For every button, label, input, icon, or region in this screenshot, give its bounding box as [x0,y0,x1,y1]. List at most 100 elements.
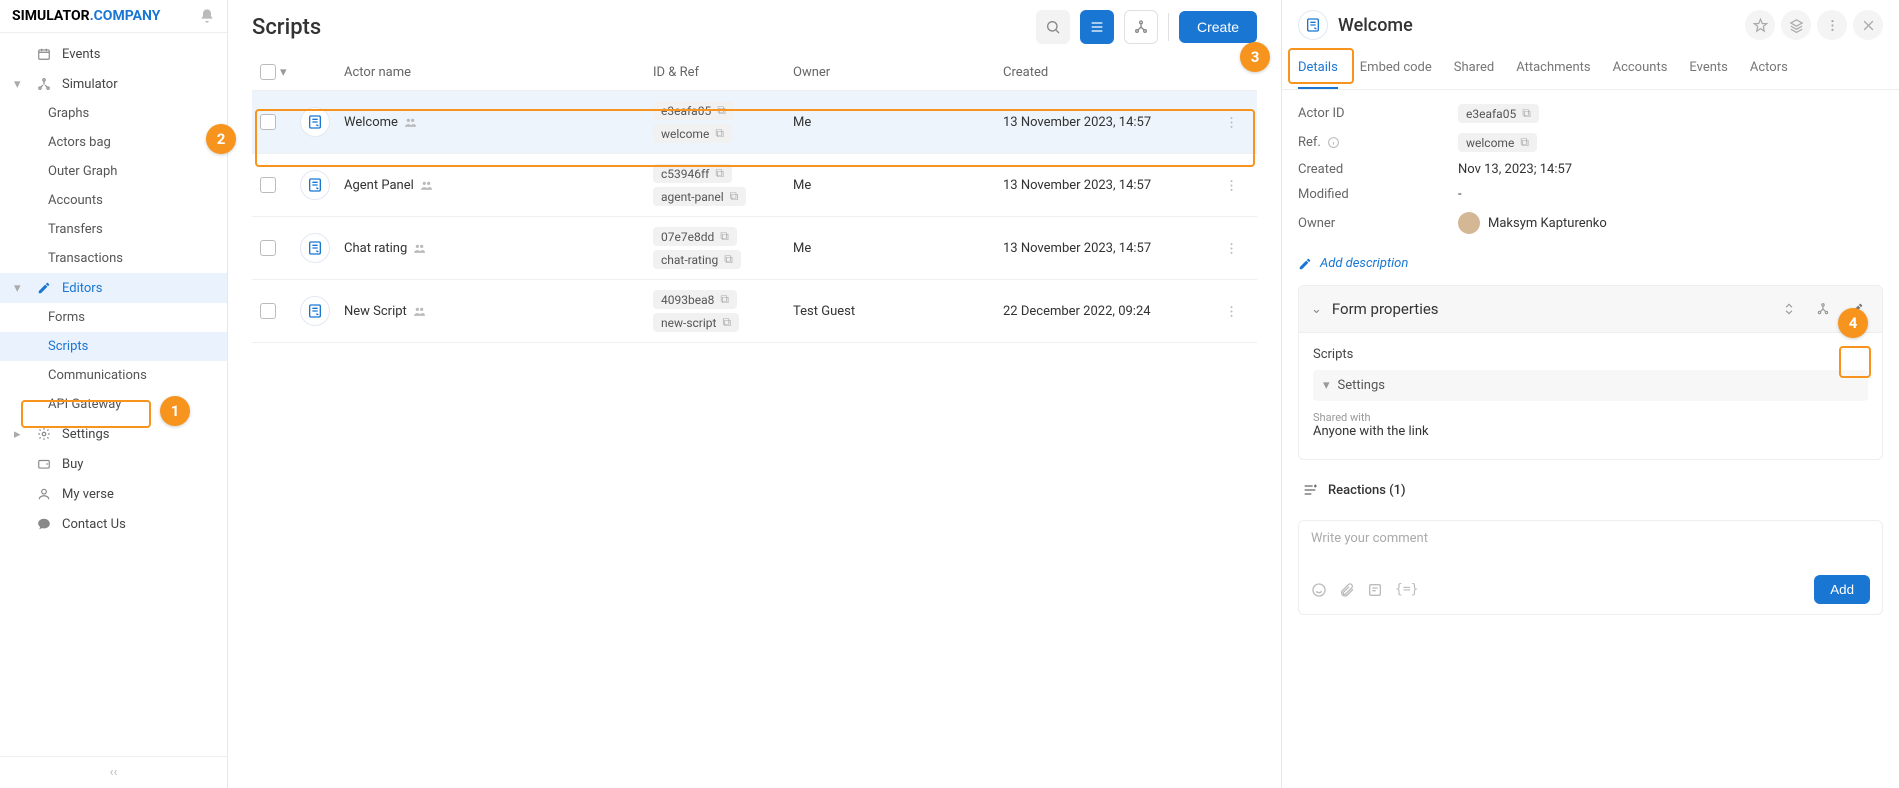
sidebar-item-graphs[interactable]: Graphs [0,99,227,128]
copy-icon: ⧉ [720,229,729,244]
sort-icon[interactable]: ▾ [280,65,287,80]
page-header: Scripts Create [228,0,1281,54]
sidebar-item-events[interactable]: Events [0,39,227,69]
row-more-button[interactable] [1224,115,1239,130]
search-button[interactable] [1036,10,1070,44]
row-checkbox[interactable] [260,240,276,256]
sidebar-item-communications[interactable]: Communications [0,361,227,390]
close-button[interactable] [1853,10,1883,40]
ref-chip[interactable]: welcome⧉ [653,124,732,143]
callout-1: 1 [160,396,190,426]
comment-input[interactable] [1311,531,1870,571]
copy-icon: ⧉ [1522,106,1531,121]
row-more-button[interactable] [1224,178,1239,193]
chevron-down-icon[interactable]: ⌄ [1311,302,1322,317]
bell-icon[interactable] [199,8,215,24]
header-id[interactable]: ID & Ref [653,65,793,80]
select-all-checkbox[interactable] [260,64,276,80]
sidebar-item-editors[interactable]: ▾ Editors [0,273,227,303]
star-button[interactable] [1745,10,1775,40]
detail-row-created: Created Nov 13, 2023; 14:57 [1298,162,1883,177]
table-row[interactable]: Chat rating 07e7e8dd⧉ chat-rating⧉ Me 13… [252,217,1257,280]
table-row[interactable]: Agent Panel c53946ff⧉ agent-panel⧉ Me 13… [252,154,1257,217]
sidebar-item-actors-bag[interactable]: Actors bag [0,128,227,157]
star-icon [1753,18,1768,33]
tab-actors[interactable]: Actors [1750,50,1788,89]
logo-part1: SIMULATOR [12,8,90,24]
sidebar-label: Outer Graph [48,164,117,179]
attachment-icon[interactable] [1339,582,1355,598]
code-icon[interactable]: {=} [1395,582,1418,597]
sidebar-item-outer-graph[interactable]: Outer Graph [0,157,227,186]
row-checkbox[interactable] [260,177,276,193]
sidebar-item-simulator[interactable]: ▾ Simulator [0,69,227,99]
tree-view-button[interactable] [1124,10,1158,44]
actor-id-chip[interactable]: e3eafa05⧉ [1458,104,1539,123]
close-icon [1861,18,1876,33]
tab-shared[interactable]: Shared [1454,50,1494,89]
section-body: Scripts ▾ Settings Shared with Anyone wi… [1299,333,1882,459]
id-chip[interactable]: 4093bea8⧉ [653,290,737,309]
pencil-icon [36,280,52,296]
ref-chip[interactable]: agent-panel⧉ [653,187,746,206]
copy-icon: ⧉ [730,189,739,204]
id-chip[interactable]: c53946ff⧉ [653,164,732,183]
divider [1168,13,1169,41]
table-row[interactable]: New Script 4093bea8⧉ new-script⧉ Test Gu… [252,280,1257,343]
id-chip[interactable]: e3eafa05⧉ [653,101,734,120]
reactions-header[interactable]: Reactions (1) [1298,472,1883,508]
sidebar-item-api-gateway[interactable]: API Gateway [0,390,227,419]
id-chip[interactable]: 07e7e8dd⧉ [653,227,737,246]
row-checkbox[interactable] [260,303,276,319]
rpanel-header: Welcome [1282,0,1899,50]
sidebar-label: Transfers [48,222,103,237]
header-created[interactable]: Created [1003,65,1213,80]
layers-button[interactable] [1781,10,1811,40]
rpanel-actions [1745,10,1883,40]
header-name[interactable]: Actor name [344,65,653,80]
tab-attachments[interactable]: Attachments [1516,50,1590,89]
emoji-icon[interactable] [1311,582,1327,598]
tab-details[interactable]: Details [1298,50,1338,89]
create-button[interactable]: Create [1179,11,1257,43]
more-button[interactable] [1817,10,1847,40]
header-checkbox-cell: ▾ [260,64,300,80]
tab-embed-code[interactable]: Embed code [1360,50,1432,89]
sidebar-item-settings[interactable]: ▸ Settings [0,419,227,449]
sidebar-label: Simulator [62,77,118,92]
add-comment-button[interactable]: Add [1814,575,1870,604]
section-title: Form properties [1332,300,1439,318]
rpanel-title: Welcome [1338,15,1413,36]
row-more-button[interactable] [1224,241,1239,256]
ref-chip[interactable]: new-script⧉ [653,313,739,332]
sidebar-item-accounts[interactable]: Accounts [0,186,227,215]
sidebar-item-transactions[interactable]: Transactions [0,244,227,273]
tab-accounts[interactable]: Accounts [1613,50,1668,89]
row-checkbox[interactable] [260,114,276,130]
avatar [1458,212,1480,234]
sidebar-item-transfers[interactable]: Transfers [0,215,227,244]
sidebar-item-contact[interactable]: Contact Us [0,509,227,539]
detail-row-owner: Owner Maksym Kapturenko [1298,212,1883,234]
add-description-button[interactable]: Add description [1282,248,1899,285]
sidebar-item-myverse[interactable]: My verse [0,479,227,509]
ref-chip[interactable]: welcome⧉ [1458,133,1537,152]
tab-events[interactable]: Events [1689,50,1727,89]
table-row[interactable]: Welcome e3eafa05⧉ welcome⧉ Me 13 Novembe… [252,91,1257,154]
quote-icon[interactable] [1367,582,1383,598]
settings-row[interactable]: ▾ Settings [1313,370,1868,401]
sidebar-nav: Events ▾ Simulator Graphs Actors bag Out… [0,33,227,756]
row-more-button[interactable] [1224,304,1239,319]
owner-cell: Test Guest [793,304,1003,319]
header-owner[interactable]: Owner [793,65,1003,80]
list-view-button[interactable] [1080,10,1114,44]
sidebar-item-scripts[interactable]: Scripts [0,332,227,361]
tree-button[interactable] [1810,296,1836,322]
expand-button[interactable] [1776,296,1802,322]
sidebar-collapse[interactable]: ‹‹ [0,756,227,788]
chevron-down-icon: ▾ [14,77,24,92]
sidebar-item-buy[interactable]: Buy [0,449,227,479]
table: ▾ Actor name ID & Ref Owner Created Welc… [228,54,1281,788]
sidebar-item-forms[interactable]: Forms [0,303,227,332]
ref-chip[interactable]: chat-rating⧉ [653,250,741,269]
